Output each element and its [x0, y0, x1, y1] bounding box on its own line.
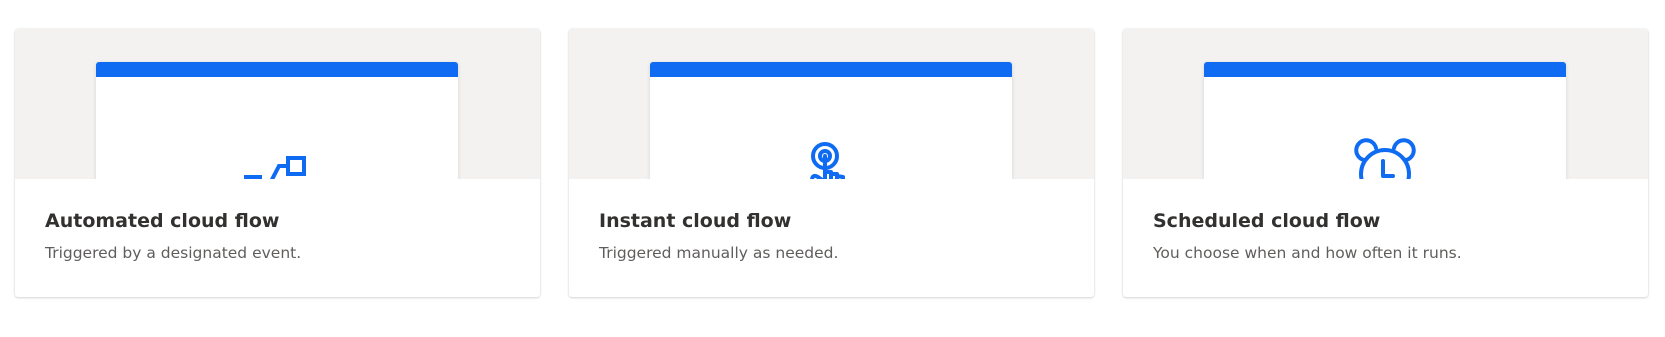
automated-cloud-flow-card[interactable]: Automated cloud flow Triggered by a desi…: [15, 29, 540, 297]
mock-window-bar: [1204, 62, 1566, 77]
scheduled-cloud-flow-card[interactable]: Scheduled cloud flow You choose when and…: [1123, 29, 1648, 297]
mock-window: [650, 62, 1012, 179]
mock-window-bar: [650, 62, 1012, 77]
automated-flow-icon: [244, 156, 306, 179]
card-title: Instant cloud flow: [599, 210, 792, 232]
card-title: Automated cloud flow: [45, 210, 280, 232]
card-description: Triggered by a designated event.: [45, 244, 302, 262]
card-title: Scheduled cloud flow: [1153, 210, 1381, 232]
alarm-clock-icon: [1354, 138, 1416, 179]
touch-hand-icon: [810, 142, 845, 179]
mock-window-bar: [96, 62, 458, 77]
flow-type-cards: Automated cloud flow Triggered by a desi…: [0, 0, 1665, 337]
mock-window: [96, 62, 458, 179]
card-description: Triggered manually as needed.: [599, 244, 839, 262]
card-description: You choose when and how often it runs.: [1153, 244, 1462, 262]
card-body: Scheduled cloud flow You choose when and…: [1123, 179, 1648, 263]
card-illustration: [15, 29, 540, 179]
mock-window: [1204, 62, 1566, 179]
instant-cloud-flow-card[interactable]: Instant cloud flow Triggered manually as…: [569, 29, 1094, 297]
card-body: Automated cloud flow Triggered by a desi…: [15, 179, 540, 263]
card-body: Instant cloud flow Triggered manually as…: [569, 179, 1094, 263]
card-illustration: [1123, 29, 1648, 179]
card-illustration: [569, 29, 1094, 179]
